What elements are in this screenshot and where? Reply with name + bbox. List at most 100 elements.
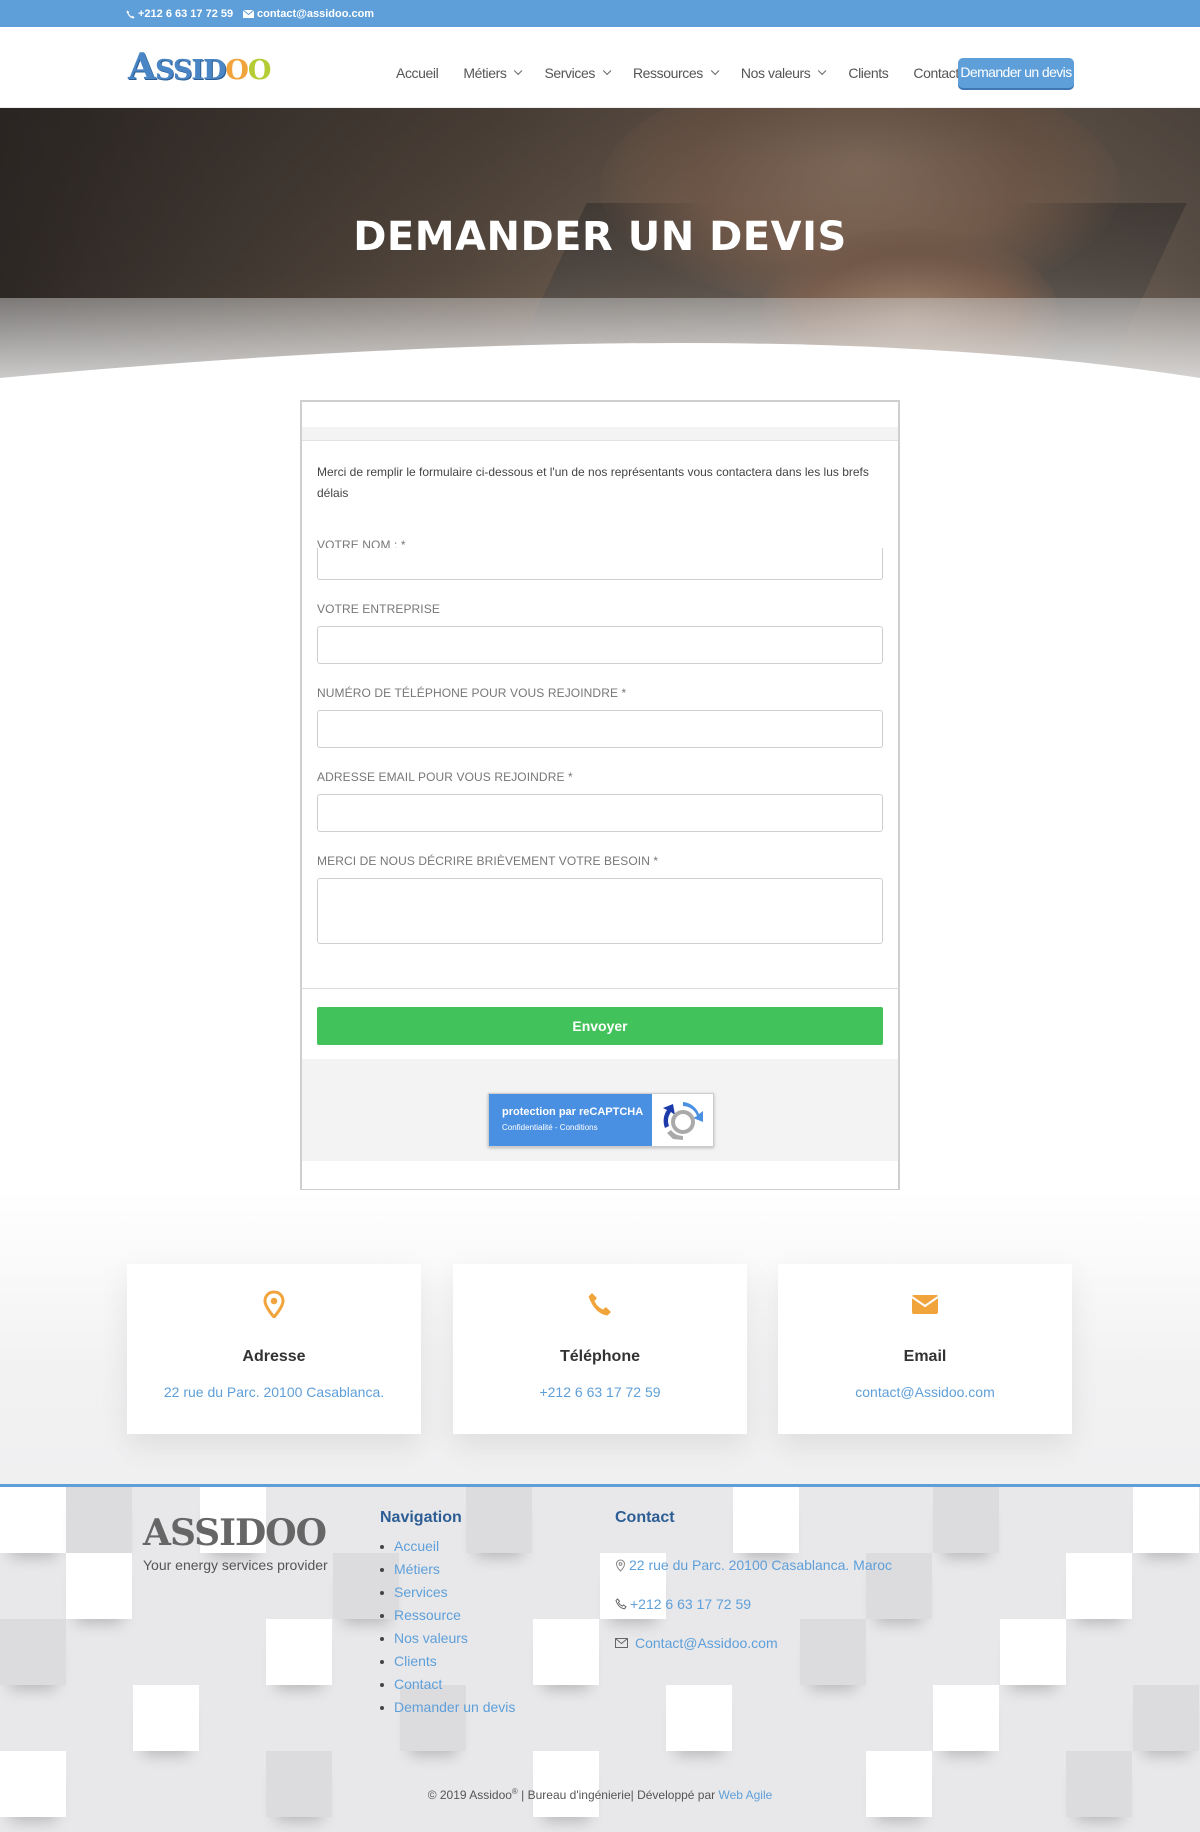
company-input[interactable] <box>317 626 883 664</box>
logo-letter-a: A <box>128 46 156 88</box>
bullet-icon <box>380 1567 384 1572</box>
footer-nav-list: Accueil Métiers Services Ressource Nos v… <box>380 1535 515 1719</box>
footer-nav-clients[interactable]: Clients <box>380 1650 515 1673</box>
nav-label: Métiers <box>463 65 507 81</box>
hero-wave-divider <box>0 343 1200 380</box>
bullet-icon <box>380 1613 384 1618</box>
bullet-icon <box>380 1544 384 1549</box>
logo-letter-o1: O <box>225 55 249 86</box>
nav-item-metiers[interactable]: Métiers <box>463 65 523 81</box>
email-card: Email contact@Assidoo.com <box>778 1264 1072 1434</box>
email-card-value[interactable]: contact@Assidoo.com <box>778 1384 1072 1400</box>
recaptcha-text-panel: protection par reCAPTCHA Confidentialité… <box>489 1094 652 1146</box>
logo-letter-a: A <box>143 1512 171 1554</box>
address-card-value[interactable]: 22 rue du Parc. 20100 Casablanca. <box>127 1384 421 1400</box>
email-card-title: Email <box>903 1348 947 1365</box>
footer-bg-tile <box>1133 1487 1199 1553</box>
envelope-icon <box>911 1295 939 1314</box>
nav-item-accueil[interactable]: Accueil <box>396 65 439 81</box>
nav-label: Accueil <box>396 65 439 81</box>
nav-label: Services <box>544 65 595 81</box>
developer-link[interactable]: Web Agile <box>718 1788 772 1802</box>
footer-phone-text: +212 6 63 17 72 59 <box>630 1596 752 1612</box>
nav-label: Ressources <box>632 65 703 81</box>
form-header-strip <box>302 427 898 441</box>
chevron-down-icon <box>710 66 720 76</box>
name-input[interactable] <box>317 548 883 580</box>
footer-nav-ressource[interactable]: Ressource <box>380 1604 515 1627</box>
footer-bg-tile <box>1066 1751 1132 1817</box>
logo-letter-o2: O <box>247 55 272 86</box>
bullet-icon <box>380 1705 384 1710</box>
address-card: Adresse 22 rue du Parc. 20100 Casablanca… <box>127 1264 421 1434</box>
footer-nav-devis[interactable]: Demander un devis <box>380 1696 515 1719</box>
topbar-email-text: contact@assidoo.com <box>257 8 375 20</box>
footer-nav-label: Ressource <box>394 1607 461 1623</box>
nav-label: Clients <box>848 65 889 81</box>
nav-item-clients[interactable]: Clients <box>848 65 888 81</box>
nav-item-services[interactable]: Services <box>544 65 612 81</box>
footer-nav-label: Services <box>394 1584 448 1600</box>
footer-nav-contact[interactable]: Contact <box>380 1673 515 1696</box>
logo-letter-o1: O <box>265 1512 296 1554</box>
logo-letters-ssid: SSID <box>169 1512 266 1554</box>
footer-logo[interactable]: ASSIDOO <box>143 1512 327 1554</box>
site-logo[interactable]: ASSIDOO <box>128 46 272 91</box>
quote-form: Merci de remplir le formulaire ci-dessou… <box>300 400 900 1191</box>
bullet-icon <box>380 1636 384 1641</box>
footer-address[interactable]: 22 rue du Parc. 20100 Casablanca. Maroc <box>615 1557 892 1573</box>
footer-tagline: Your energy services provider <box>143 1557 328 1573</box>
form-divider <box>302 988 898 989</box>
topbar-phone[interactable]: +212 6 63 17 72 59 <box>126 8 233 20</box>
envelope-icon <box>615 1638 628 1648</box>
recaptcha-badge[interactable]: protection par reCAPTCHA Confidentialité… <box>488 1093 714 1147</box>
bullet-icon <box>380 1590 384 1595</box>
footer-bg-tile <box>933 1487 999 1553</box>
field-label-email: ADRESSE EMAIL POUR VOUS REJOINDRE * <box>317 770 573 784</box>
contact-info-section: Adresse 22 rue du Parc. 20100 Casablanca… <box>0 1190 1200 1484</box>
footer-nav-services[interactable]: Services <box>380 1581 515 1604</box>
nav-item-ressources[interactable]: Ressources <box>632 65 720 81</box>
phone-icon <box>126 9 135 19</box>
map-pin-icon <box>263 1290 285 1318</box>
site-header: ASSIDOO Accueil Métiers Services Ressour… <box>0 27 1200 108</box>
footer-bg-tile <box>266 1619 332 1685</box>
footer-email[interactable]: Contact@Assidoo.com <box>615 1635 778 1651</box>
footer-bg-tile <box>533 1751 599 1817</box>
footer-bg-tile <box>1000 1619 1066 1685</box>
footer-nav-nos-valeurs[interactable]: Nos valeurs <box>380 1627 515 1650</box>
copyright: © 2019 Assidoo® | Bureau d'ingénierie| D… <box>0 1787 1200 1802</box>
page-title: DEMANDER UN DEVIS <box>353 214 847 260</box>
footer-nav-label: Clients <box>394 1653 437 1669</box>
footer-bg-tile <box>266 1751 332 1817</box>
topbar-email[interactable]: contact@assidoo.com <box>243 8 374 20</box>
footer-phone[interactable]: +212 6 63 17 72 59 <box>615 1596 751 1612</box>
phone-card-value[interactable]: +212 6 63 17 72 59 <box>453 1384 747 1400</box>
main-nav: Accueil Métiers Services Ressources Nos … <box>396 65 984 81</box>
field-label-need: MERCI DE NOUS DÉCRIRE BRIÈVEMENT VOTRE B… <box>317 854 659 868</box>
address-card-title: Adresse <box>242 1348 306 1365</box>
footer-nav-metiers[interactable]: Métiers <box>380 1558 515 1581</box>
nav-item-nos-valeurs[interactable]: Nos valeurs <box>741 65 827 81</box>
footer-bg-tile <box>1133 1685 1199 1751</box>
submit-button[interactable]: Envoyer <box>317 1007 883 1045</box>
email-input[interactable] <box>317 794 883 832</box>
nav-item-contact[interactable]: Contact <box>913 65 959 81</box>
footer-nav-accueil[interactable]: Accueil <box>380 1535 515 1558</box>
footer-bg-tile <box>0 1487 66 1553</box>
footer-address-text: 22 rue du Parc. 20100 Casablanca. Maroc <box>629 1557 893 1573</box>
footer-nav-title: Navigation <box>380 1509 462 1526</box>
chevron-down-icon <box>514 66 523 76</box>
footer-email-text: Contact@Assidoo.com <box>635 1635 778 1651</box>
recaptcha-title: protection par reCAPTCHA <box>502 1106 644 1118</box>
request-quote-button[interactable]: Demander un devis <box>958 58 1074 88</box>
nav-label: Contact <box>913 65 959 81</box>
recaptcha-icon <box>663 1102 703 1140</box>
field-label-name: VOTRE NOM : * <box>317 538 406 548</box>
phone-input[interactable] <box>317 710 883 748</box>
bullet-icon <box>380 1659 384 1664</box>
need-textarea[interactable] <box>317 878 883 944</box>
footer-bg-tile <box>666 1685 732 1751</box>
map-pin-icon <box>615 1558 626 1572</box>
topbar-phone-text: +212 6 63 17 72 59 <box>138 8 234 20</box>
